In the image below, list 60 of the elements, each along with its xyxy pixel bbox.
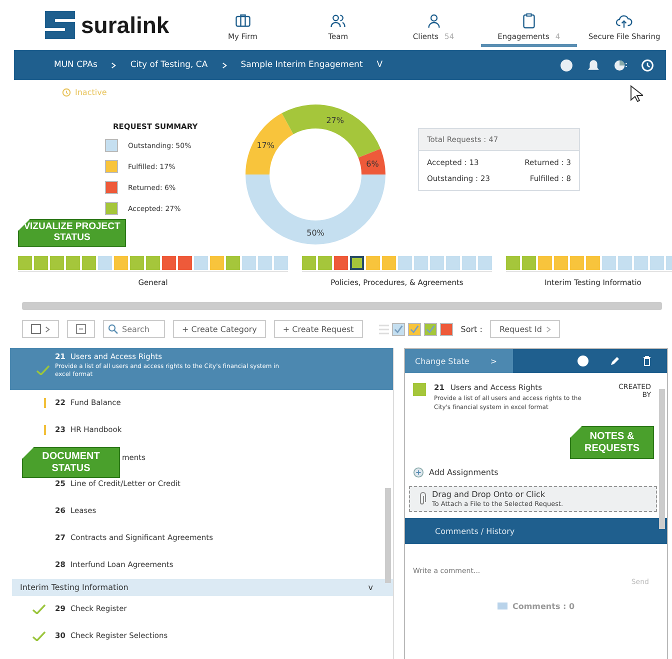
check-icon [408,324,420,334]
plus-circle-icon [413,467,424,478]
trash-icon[interactable] [641,355,653,367]
filter-checkbox[interactable] [440,322,453,336]
callout-label: VIZUALIZE PROJECT STATUS [18,219,126,247]
comments-count: Comments : 0 [512,602,575,611]
scrollbar[interactable] [659,389,665,529]
list-icon [378,322,389,336]
select-dropdown[interactable] [22,320,59,338]
checkbox-icon [31,324,41,334]
comments-tab[interactable]: Comments / History [405,518,667,544]
clock-icon [62,88,71,97]
circle-icon[interactable] [577,355,589,367]
bell-icon[interactable] [587,58,600,72]
scrollbar[interactable] [385,488,391,583]
search-field[interactable]: Search [103,320,165,338]
scrollbar[interactable] [22,302,662,310]
pencil-icon[interactable] [609,355,621,367]
collapse-button[interactable] [67,320,95,338]
status-label: Inactive [75,88,107,97]
sort-dropdown[interactable]: Request Id [490,320,560,338]
category-header[interactable]: Interim Testing Information v [12,579,393,596]
paperclip-icon [418,492,426,506]
check-icon [424,324,436,334]
filter-checkbox[interactable] [392,322,405,336]
minus-square-icon [76,324,86,334]
chevron-icon [222,62,227,68]
breadcrumb-link[interactable]: MUN CPAs [54,60,98,70]
pie-icon[interactable] [614,58,627,72]
add-assignments-link[interactable]: Add Assignments [429,468,498,477]
data-label: 50% [306,228,324,238]
data-label: 27% [326,116,344,125]
create-button[interactable]: + Create Category [173,320,266,338]
chevron-icon [546,326,552,332]
callout-label: NOTES & REQUESTS [570,426,654,459]
filter-checkbox[interactable] [408,322,421,336]
category-title: Interim Testing Information [20,583,128,592]
create-button[interactable]: + Create Request [274,320,363,338]
status-square[interactable] [350,256,364,270]
chevron-icon [45,326,50,332]
breadcrumb-link[interactable]: Sample Interim Engagement [240,60,363,70]
filter-checkbox[interactable] [424,322,437,336]
comment-icon [497,602,508,611]
chevron-icon [111,62,116,68]
briefcase-icon [234,12,252,30]
history-icon[interactable] [641,58,654,72]
circle-icon[interactable] [560,58,573,72]
check-icon [392,324,404,334]
logo-text: suralink [81,12,170,38]
data-label: 17% [256,141,274,150]
search-icon [108,324,118,334]
data-label: 6% [366,160,379,169]
breadcrumb-link[interactable]: City of Testing, CA [130,60,208,70]
logo-icon [45,11,75,39]
dropdown-caret[interactable]: V [376,60,383,70]
expand-caret[interactable]: v [368,583,373,592]
sort-label: Sort : [460,324,482,334]
drop-title: Drag and Drop Onto or Click [432,490,546,499]
callout-label: DOCUMENT STATUS [22,447,120,478]
cursor-icon [630,85,643,103]
